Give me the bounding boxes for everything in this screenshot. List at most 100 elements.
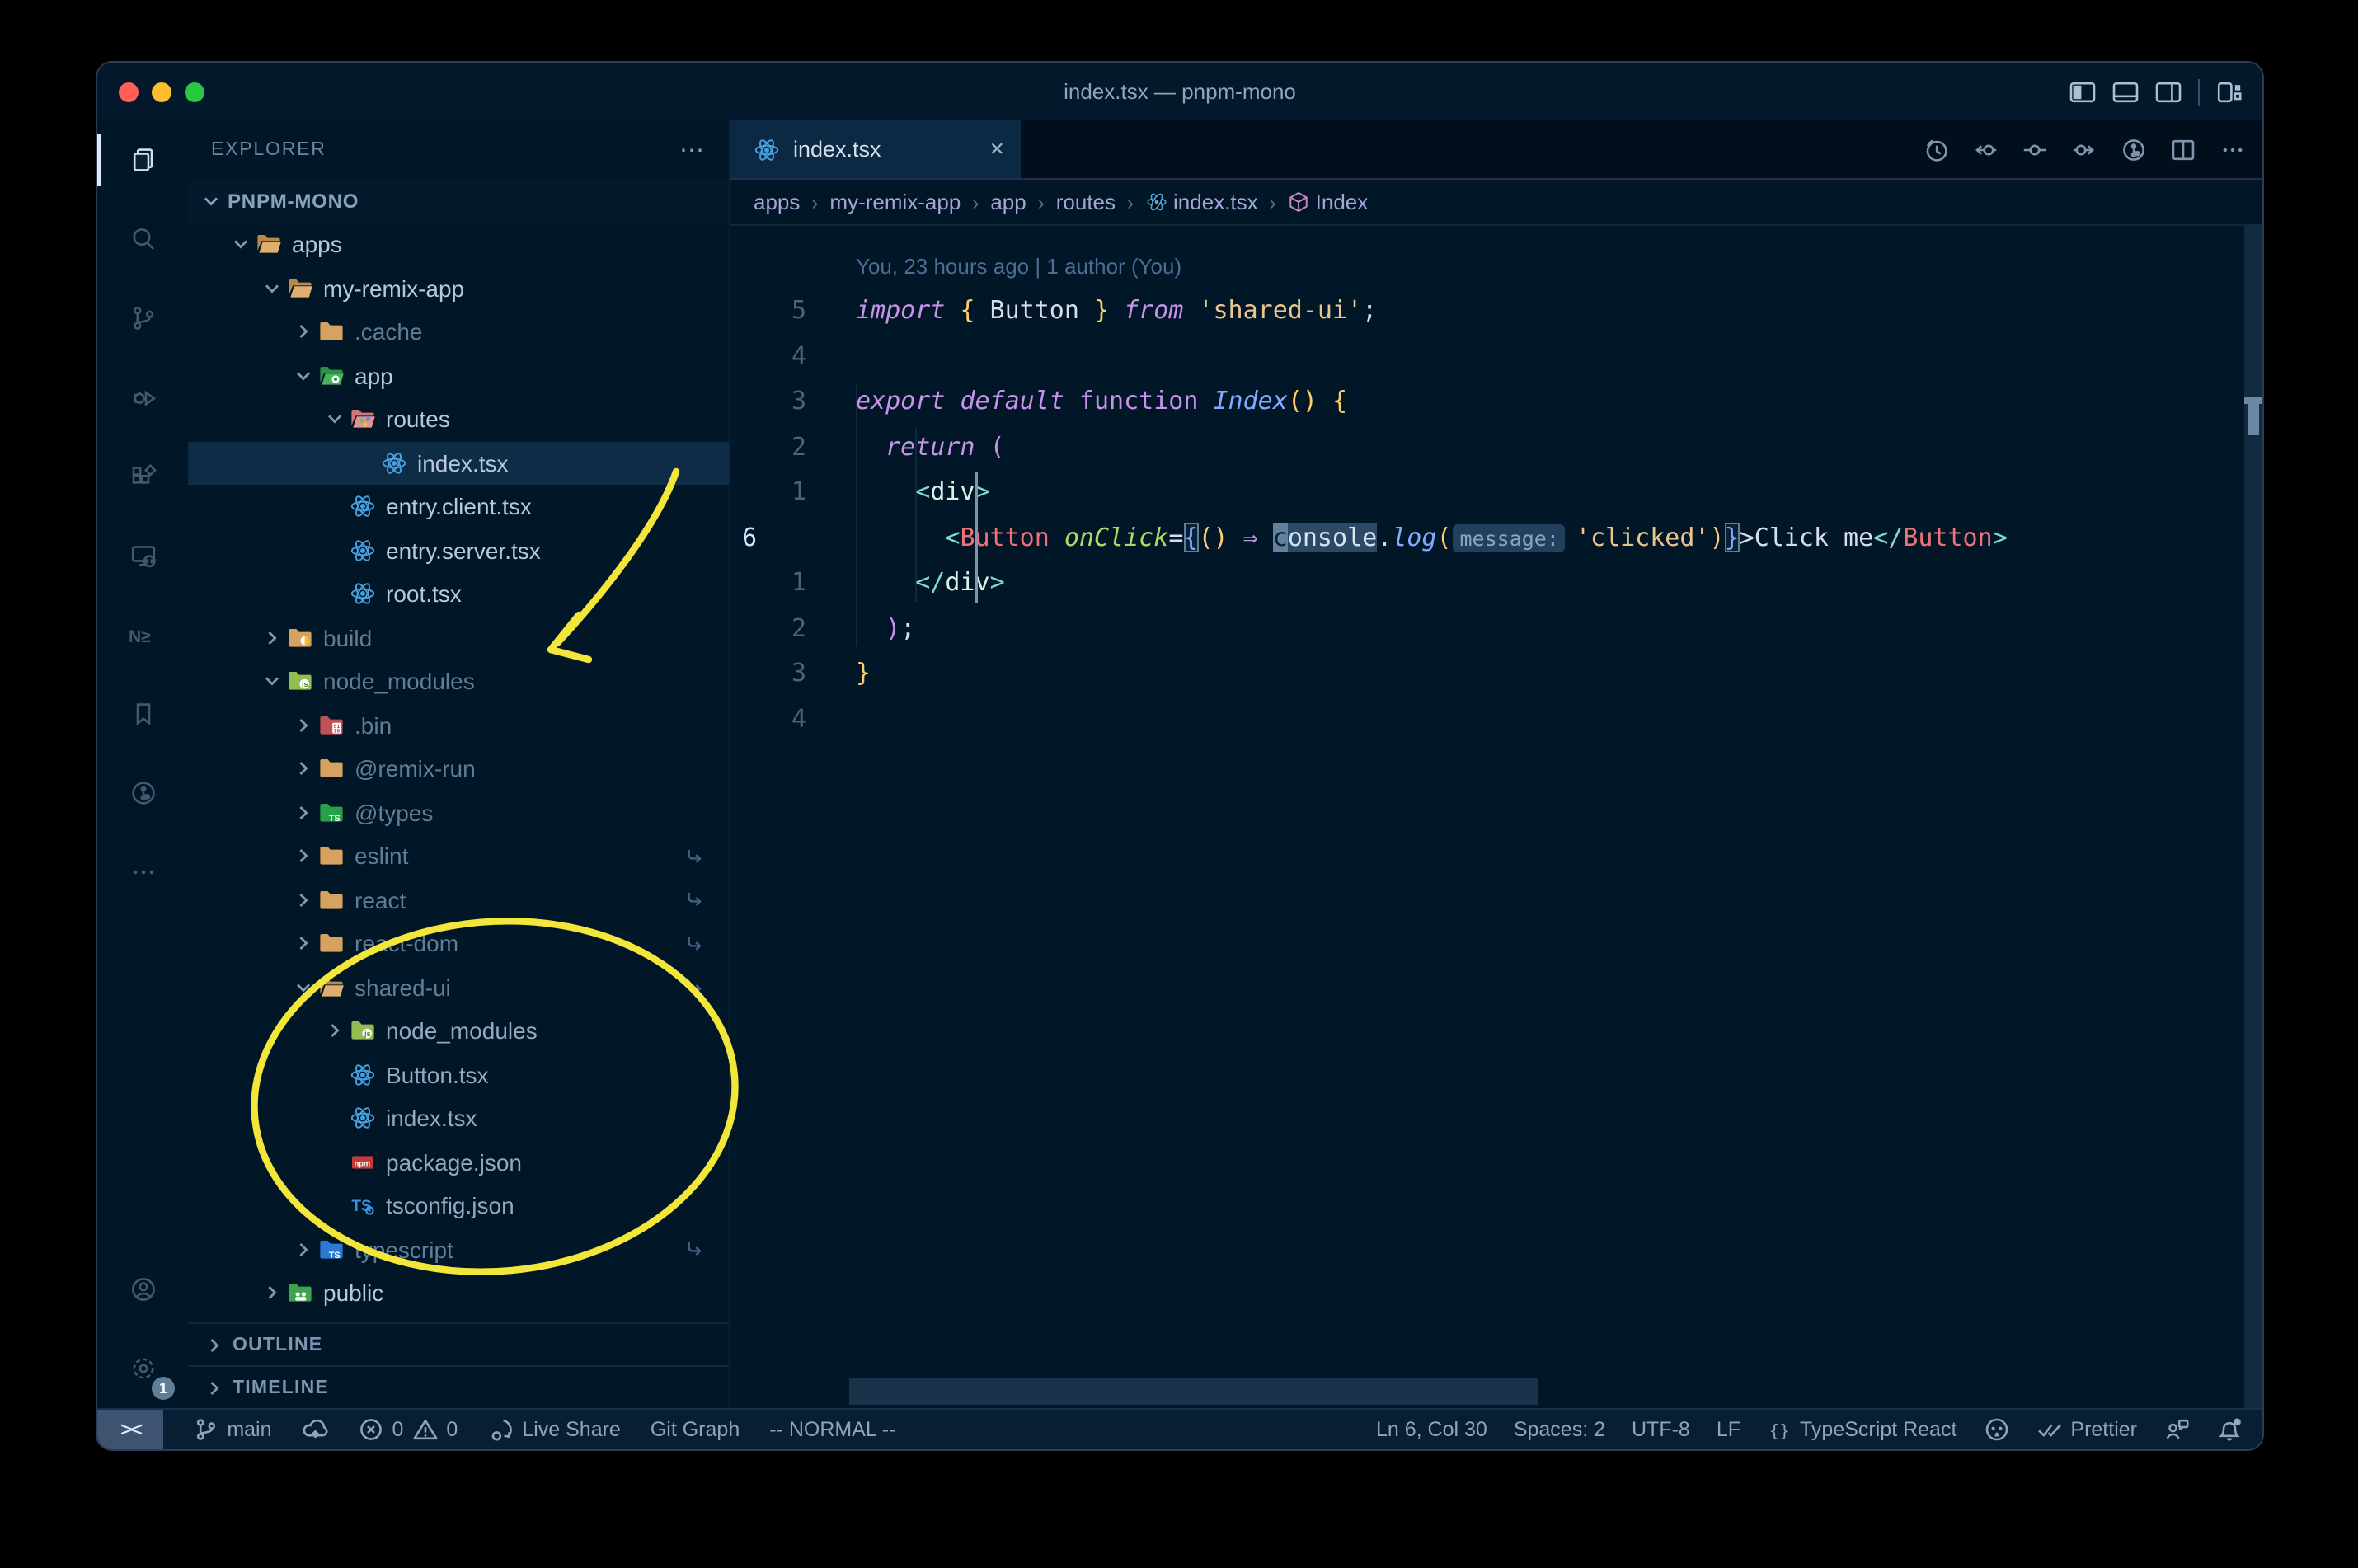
tree-item-root.tsx[interactable]: root.tsx [188,572,729,616]
toggle-primary-sidebar-icon[interactable] [2069,78,2096,105]
explorer-more-actions-icon[interactable]: ⋯ [679,135,706,165]
minimize-window-button[interactable] [152,82,171,101]
tree-item-package.json[interactable]: npm package.json [188,1140,729,1184]
status-live-share[interactable]: Live Share [487,1410,621,1449]
status-git-graph[interactable]: Git Graph [651,1410,740,1449]
activity-more-views[interactable] [97,833,188,912]
code-line[interactable]: 1 <div> [730,470,2262,515]
tree-root-pnpm-mono[interactable]: PNPM-MONO [188,180,729,223]
tree-item-build[interactable]: build [188,616,729,660]
history-icon[interactable] [1923,136,1949,162]
gitlens-graph-icon[interactable] [2121,136,2147,162]
status-git-branch[interactable]: main [192,1410,272,1449]
tree-item-typescript[interactable]: TS typescript [188,1228,729,1271]
close-window-button[interactable] [119,82,139,101]
toggle-panel-icon[interactable] [2112,78,2139,105]
customize-layout-icon[interactable] [2216,78,2243,105]
code-line[interactable]: 5 import { Button } from 'shared-ui'; [730,289,2262,334]
breadcrumb-item-routes[interactable]: routes [1056,190,1116,214]
tree-item-routes[interactable]: routes [188,397,729,441]
code-line[interactable]: 3 export default function Index() { [730,379,2262,425]
activity-explorer[interactable] [97,120,188,200]
tree-item-index.tsx[interactable]: index.tsx [188,1096,729,1140]
tab-index-tsx[interactable]: index.tsx × [730,120,1021,178]
relative-line-number: 1 [791,477,806,506]
tree-item-@remix-run[interactable]: @remix-run [188,747,729,791]
activity-nx-console[interactable]: N≥ [97,595,188,674]
next-change-icon[interactable] [2071,136,2097,162]
code-line[interactable]: 1 </div> [730,561,2262,606]
code-line[interactable]: 4 [730,697,2262,742]
activity-search[interactable] [97,200,188,279]
tree-item-tsconfig.json[interactable]: TS tsconfig.json [188,1184,729,1228]
breadcrumb-item-Index[interactable]: Index [1288,190,1368,214]
status-eol[interactable]: LF [1717,1410,1740,1449]
more-actions-icon[interactable] [2219,136,2246,162]
indent-guide [856,383,857,647]
compare-icon[interactable] [2022,136,2048,162]
breadcrumb-item-app[interactable]: app [990,190,1026,214]
remote-indicator[interactable]: >< [97,1410,163,1449]
zoom-window-button[interactable] [185,82,204,101]
code-line[interactable]: 4 [730,334,2262,379]
status-github[interactable] [1983,1410,2009,1449]
status-feedback[interactable] [2163,1410,2190,1449]
breadcrumb-item-apps[interactable]: apps [754,190,800,214]
tree-item-public[interactable]: public [188,1271,729,1315]
code-line[interactable]: 6 <Button onClick={() ⇒ console.log(mess… [730,515,2262,561]
code-line[interactable]: 2 return ( [730,425,2262,470]
tree-item-.bin[interactable]: 01 10 .bin [188,703,729,747]
status-prettier[interactable]: Prettier [2036,1410,2137,1449]
close-tab-icon[interactable]: × [989,135,1004,163]
status-language-mode[interactable]: {} TypeScript React [1767,1410,1957,1449]
outline-section[interactable]: OUTLINE [188,1322,729,1365]
tree-item-Button.tsx[interactable]: Button.tsx [188,1053,729,1096]
tree-item-entry.client.tsx[interactable]: entry.client.tsx [188,485,729,528]
code-line[interactable]: 3} [730,651,2262,697]
status-cursor-position[interactable]: Ln 6, Col 30 [1376,1410,1487,1449]
split-editor-icon[interactable] [2170,136,2196,162]
code-line[interactable]: 2 ); [730,606,2262,651]
tree-item-react-dom[interactable]: react-dom [188,922,729,965]
tree-item-my-remix-app[interactable]: my-remix-app [188,266,729,310]
prev-change-icon[interactable] [1972,136,1999,162]
toggle-secondary-sidebar-icon[interactable] [2155,78,2182,105]
activity-gitlens[interactable] [97,753,188,833]
tree-item-node_modules[interactable]: js node_modules [188,1009,729,1053]
activity-settings[interactable]: 1 [97,1329,188,1408]
horizontal-scrollbar[interactable] [849,1378,1538,1405]
tree-item-index.tsx[interactable]: index.tsx [188,441,729,485]
status-notifications[interactable] [2216,1410,2243,1449]
tree-item-entry.server.tsx[interactable]: entry.server.tsx [188,528,729,572]
code-editor[interactable]: You, 23 hours ago | 1 author (You) 5 impo… [730,226,2262,1408]
react-icon [378,450,409,477]
activity-remote-explorer[interactable] [97,516,188,595]
tree-item-apps[interactable]: apps [188,223,729,266]
tree-item-node_modules[interactable]: js node_modules [188,660,729,703]
activity-accounts[interactable] [97,1250,188,1329]
tree-item-@types[interactable]: TS @types [188,791,729,834]
breadcrumb-item-index.tsx[interactable]: index.tsx [1145,190,1258,214]
status-vim-mode[interactable]: -- NORMAL -- [769,1410,895,1449]
folder-app-icon [315,363,346,389]
folder-tan-icon [315,931,346,957]
breadcrumb-item-my-remix-app[interactable]: my-remix-app [829,190,961,214]
tree-item-react[interactable]: react [188,878,729,922]
relative-line-number: 2 [791,613,806,642]
status-problems[interactable]: 00 [358,1410,458,1449]
status-indentation[interactable]: Spaces: 2 [1514,1410,1605,1449]
activity-source-control[interactable] [97,279,188,358]
status-encoding[interactable]: UTF-8 [1632,1410,1690,1449]
tree-item-eslint[interactable]: eslint [188,834,729,878]
timeline-section[interactable]: TIMELINE [188,1365,729,1408]
activity-run-debug[interactable] [97,358,188,437]
tree-item-shared-ui[interactable]: shared-ui [188,965,729,1009]
activity-bar: N≥ 1 [97,120,188,1408]
tree-item-app[interactable]: app [188,354,729,397]
vertical-scrollbar[interactable] [2244,226,2262,1408]
svg-text:{}: {} [1768,1420,1789,1440]
activity-bookmarks[interactable] [97,674,188,753]
tree-item-.cache[interactable]: .cache [188,310,729,354]
status-sync[interactable] [302,1410,328,1449]
activity-extensions[interactable] [97,437,188,516]
